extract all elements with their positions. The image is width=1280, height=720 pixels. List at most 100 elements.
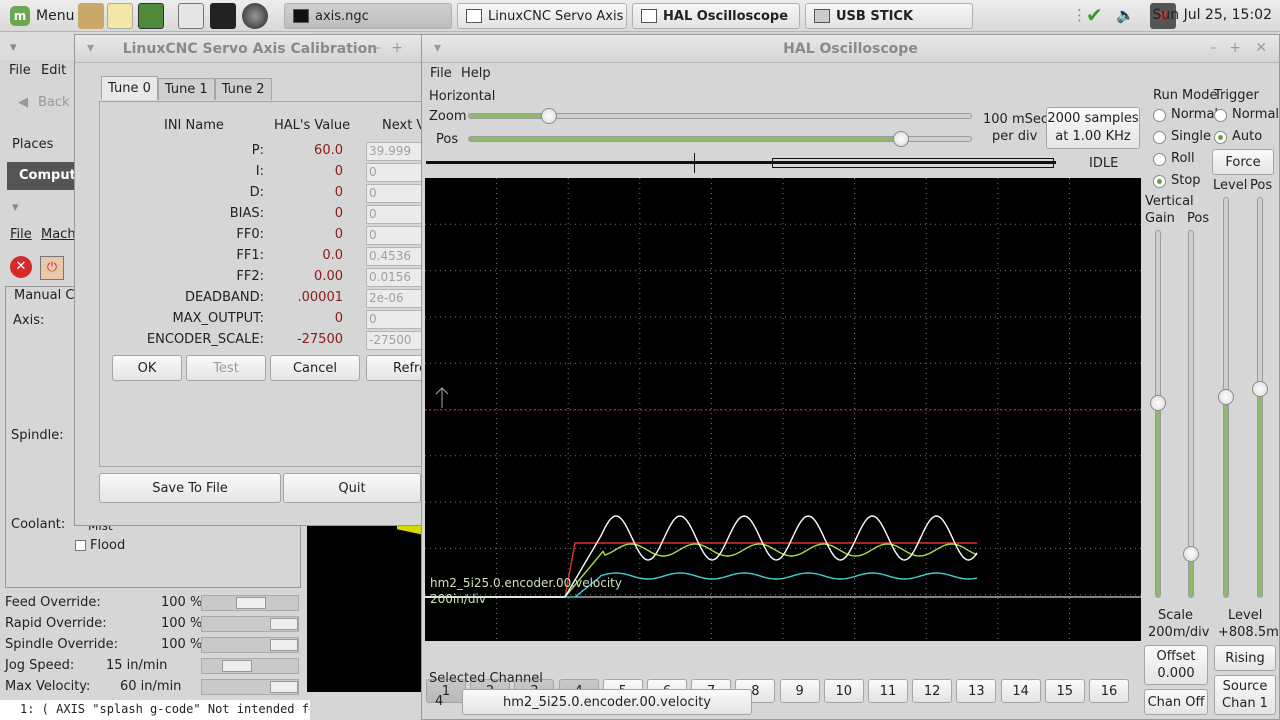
- trigger-normal-label: Normal: [1232, 107, 1280, 122]
- trigger-normal-radio[interactable]: [1214, 109, 1227, 122]
- channel-button-9[interactable]: 9: [779, 679, 820, 703]
- trigger-pos-slider[interactable]: [1257, 197, 1263, 598]
- launcher-files-icon[interactable]: [178, 3, 204, 29]
- back-button[interactable]: Back: [38, 95, 70, 110]
- run-roll-radio[interactable]: [1153, 153, 1166, 166]
- rapid-override-slider[interactable]: [201, 616, 299, 632]
- minimize-icon[interactable]: –: [1210, 40, 1217, 56]
- tune-row-next-input[interactable]: -27500: [366, 331, 425, 350]
- scope-display[interactable]: hm2_5i25.0.encoder.00.velocity 200in/div: [425, 178, 1141, 641]
- run-single-radio[interactable]: [1153, 131, 1166, 144]
- chan-off-button[interactable]: Chan Off: [1144, 689, 1208, 715]
- test-button[interactable]: Test: [186, 355, 266, 381]
- samples-button[interactable]: 2000 samples at 1.00 KHz: [1046, 107, 1140, 149]
- vpos-slider[interactable]: [1188, 230, 1194, 598]
- volume-icon[interactable]: 🔈: [1116, 6, 1135, 24]
- jog-speed-slider[interactable]: [201, 658, 299, 674]
- channel-button-15[interactable]: 15: [1044, 679, 1085, 703]
- launcher-editor-icon[interactable]: [107, 3, 133, 29]
- quit-button[interactable]: Quit: [283, 473, 421, 503]
- flood-checkbox[interactable]: [75, 540, 86, 551]
- channel-button-13[interactable]: 13: [956, 679, 997, 703]
- launcher-camera-icon[interactable]: [242, 3, 268, 29]
- trace-label: hm2_5i25.0.encoder.00.velocity: [430, 576, 622, 590]
- sidebar-item-computer[interactable]: Compute: [7, 162, 85, 190]
- max-velocity-slider[interactable]: [201, 679, 299, 695]
- tune-row-next-input[interactable]: 0: [366, 226, 425, 245]
- task-axis[interactable]: axis.ngc: [284, 3, 452, 29]
- tune-row-next-input[interactable]: 0.0156: [366, 268, 425, 287]
- run-stop-radio[interactable]: [1153, 175, 1166, 188]
- update-check-icon[interactable]: ✔: [1086, 3, 1103, 27]
- chevron-down-icon[interactable]: ▾: [10, 40, 17, 55]
- scope-menu-file[interactable]: File: [430, 66, 452, 81]
- launcher-terminal-icon[interactable]: [210, 3, 236, 29]
- channel-button-10[interactable]: 10: [823, 679, 864, 703]
- launcher-wizard-icon[interactable]: [78, 3, 104, 29]
- trigger-source-button[interactable]: Source Chan 1: [1214, 675, 1276, 715]
- clock[interactable]: Sun Jul 25, 15:02: [1153, 7, 1273, 23]
- menu-button[interactable]: m Menu: [4, 4, 80, 28]
- minimize-icon[interactable]: –: [374, 40, 381, 56]
- estop-icon[interactable]: ✕: [10, 256, 32, 278]
- run-normal-radio[interactable]: [1153, 109, 1166, 122]
- maximize-icon[interactable]: +: [391, 40, 403, 56]
- top-panel: m Menu axis.ngc LinuxCNC Servo Axis ... …: [0, 0, 1280, 32]
- selected-channel-source-button[interactable]: hm2_5i25.0.encoder.00.velocity: [462, 689, 752, 715]
- channel-button-12[interactable]: 12: [912, 679, 953, 703]
- tune-row-next-input[interactable]: 0.4536: [366, 247, 425, 266]
- tab-tune-1[interactable]: Tune 1: [157, 78, 215, 100]
- tune-row-next-input[interactable]: 0: [366, 310, 425, 329]
- tune-row-next-input[interactable]: 0: [366, 163, 425, 182]
- gain-slider-handle[interactable]: [1150, 395, 1166, 411]
- max-velocity-label: Max Velocity:: [5, 679, 91, 694]
- gain-slider[interactable]: [1155, 230, 1161, 598]
- ok-button[interactable]: OK: [112, 355, 182, 381]
- servo-titlebar[interactable]: ▾ LinuxCNC Servo Axis Calibration – +: [75, 35, 425, 63]
- tune-row-name: MAX_OUTPUT:: [172, 311, 264, 326]
- tab-tune-0[interactable]: Tune 0: [101, 76, 158, 100]
- axis-preview[interactable]: [307, 519, 423, 692]
- feed-override-slider[interactable]: [201, 595, 299, 611]
- zoom-slider-handle[interactable]: [540, 108, 557, 124]
- back-arrow-icon[interactable]: ◀: [18, 95, 28, 110]
- tune-row-name: D:: [249, 185, 264, 200]
- vpos-slider-handle[interactable]: [1183, 546, 1199, 562]
- tune-row-next-input[interactable]: 2e-06: [366, 289, 425, 308]
- trigger-auto-radio[interactable]: [1214, 131, 1227, 144]
- trigger-level-handle[interactable]: [1218, 389, 1234, 405]
- halscope-titlebar[interactable]: ▾ HAL Oscilloscope – + ✕: [422, 35, 1279, 63]
- force-button[interactable]: Force: [1212, 149, 1274, 175]
- chevron-down-icon[interactable]: ▾: [12, 200, 19, 215]
- tune-row-next-input[interactable]: 0: [366, 184, 425, 203]
- task-halscope[interactable]: HAL Oscilloscope: [632, 3, 800, 29]
- launcher-monitor-icon[interactable]: [138, 3, 164, 29]
- axis-menu-machine[interactable]: Mach: [41, 227, 76, 242]
- spindle-override-slider[interactable]: [201, 637, 299, 653]
- scope-menu-help[interactable]: Help: [461, 66, 491, 81]
- rising-button[interactable]: Rising: [1214, 645, 1276, 671]
- save-to-file-button[interactable]: Save To File: [99, 473, 281, 503]
- trigger-pos-handle[interactable]: [1252, 381, 1268, 397]
- power-icon[interactable]: ⏻: [40, 256, 64, 280]
- task-servo[interactable]: LinuxCNC Servo Axis ...: [457, 3, 627, 29]
- tray-handle-icon: ⋮: [1072, 6, 1087, 24]
- axis-label: Axis:: [13, 313, 45, 328]
- close-icon[interactable]: ✕: [1255, 40, 1267, 56]
- maximize-icon[interactable]: +: [1229, 40, 1241, 56]
- tab-tune-2[interactable]: Tune 2: [214, 78, 272, 100]
- fm-menu-file[interactable]: File: [9, 63, 31, 78]
- channel-button-16[interactable]: 16: [1089, 679, 1129, 703]
- tune-row-next-input[interactable]: 0: [366, 205, 425, 224]
- manual-control-tab[interactable]: Manual Co: [14, 288, 82, 303]
- channel-button-14[interactable]: 14: [1000, 679, 1041, 703]
- refresh-button[interactable]: Refre: [366, 355, 425, 381]
- fm-menu-edit[interactable]: Edit: [41, 63, 66, 78]
- offset-button[interactable]: Offset 0.000: [1144, 645, 1208, 685]
- cancel-button[interactable]: Cancel: [270, 355, 360, 381]
- axis-menu-file[interactable]: File: [10, 227, 32, 242]
- channel-button-11[interactable]: 11: [868, 679, 908, 703]
- tune-row-next-input[interactable]: 39.999: [366, 142, 425, 161]
- task-usb[interactable]: USB STICK: [805, 3, 973, 29]
- pos-slider-handle[interactable]: [893, 131, 910, 147]
